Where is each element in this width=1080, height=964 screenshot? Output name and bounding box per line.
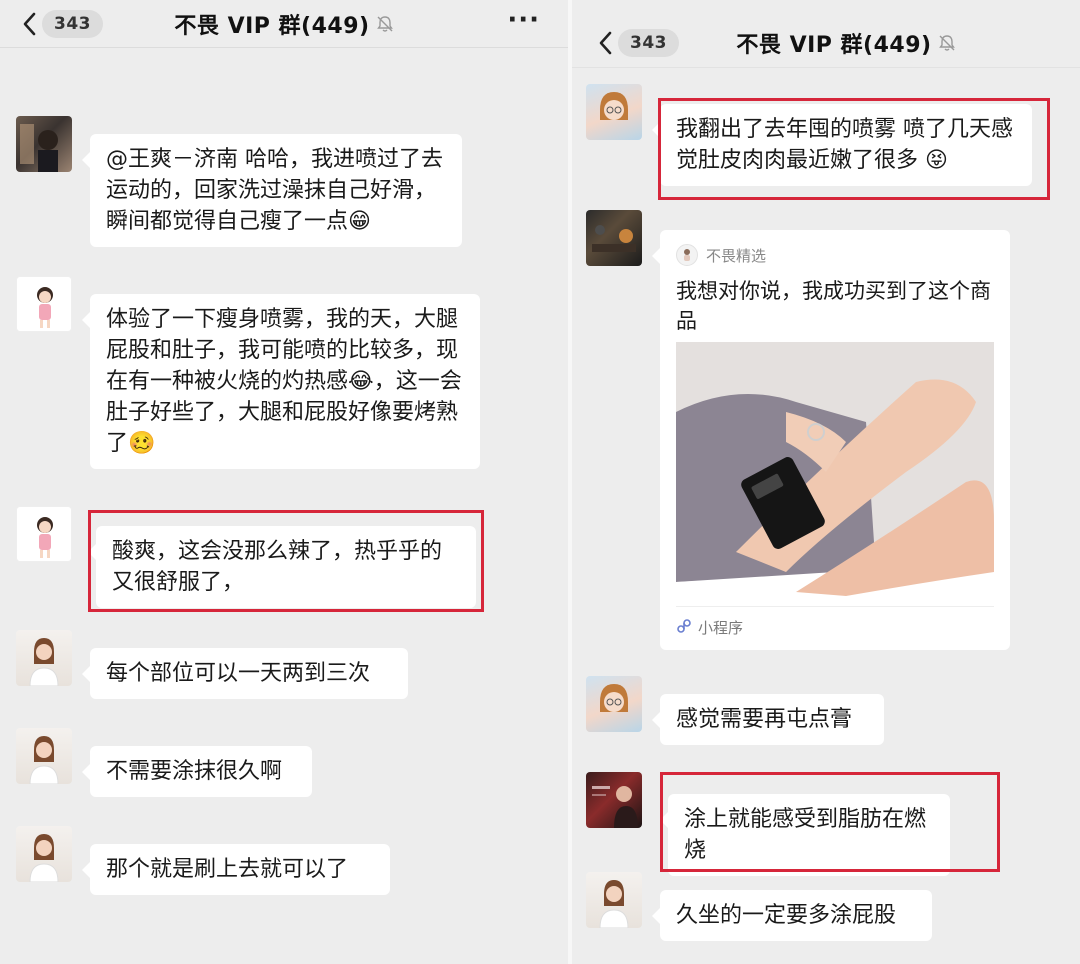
avatar[interactable] xyxy=(16,276,72,332)
card-footer-label: 小程序 xyxy=(698,619,744,637)
product-photo xyxy=(676,342,994,596)
mini-program-icon xyxy=(676,618,692,638)
card-title: 我想对你说，我成功买到了这个商品 xyxy=(676,279,991,333)
message-bubble[interactable]: 那个就是刷上去就可以了 xyxy=(82,844,390,895)
avatar[interactable] xyxy=(16,826,72,882)
unread-count-badge: 343 xyxy=(618,28,679,57)
chat-header: 343 不畏 VIP 群(449) ··· xyxy=(0,0,568,48)
avatar[interactable] xyxy=(586,84,642,140)
card-source-name: 不畏精选 xyxy=(706,246,767,265)
unread-count-badge: 343 xyxy=(42,9,103,38)
back-button[interactable]: 343 xyxy=(598,28,679,57)
message-bubble[interactable]: 每个部位可以一天两到三次 xyxy=(82,648,408,699)
chevron-left-icon xyxy=(598,31,612,55)
chat-header: 343 不畏 VIP 群(449) xyxy=(572,18,1080,68)
chat-title: 不畏 VIP 群(449) xyxy=(736,32,932,58)
message-bubble[interactable]: 涂上就能感受到脂肪在燃烧 xyxy=(660,794,950,876)
card-source: 不畏精选 xyxy=(676,244,994,266)
avatar[interactable] xyxy=(16,728,72,784)
mute-bell-icon xyxy=(376,15,394,33)
chat-title: 不畏 VIP 群(449) xyxy=(174,13,370,39)
message-bubble[interactable]: 不需要涂抹很久啊 xyxy=(82,746,312,797)
back-button[interactable]: 343 xyxy=(22,9,103,38)
avatar[interactable] xyxy=(586,676,642,732)
message-bubble[interactable]: 久坐的一定要多涂屁股 xyxy=(652,890,932,941)
message-bubble[interactable]: 我翻出了去年囤的喷雾 喷了几天感觉肚皮肉肉最近嫩了很多 😝 xyxy=(652,104,1032,186)
message-bubble[interactable]: 酸爽，这会没那么辣了，热乎乎的又很舒服了， xyxy=(88,526,476,608)
message-bubble[interactable]: @王爽－济南 哈哈，我进喷过了去运动的，回家洗过澡抹自己好滑，瞬间都觉得自己瘦了… xyxy=(82,134,462,247)
message-bubble[interactable]: 体验了一下瘦身喷雾，我的天，大腿屁股和肚子，我可能喷的比较多，现在有一种被火烧的… xyxy=(82,294,480,469)
source-logo-icon xyxy=(676,244,698,266)
avatar[interactable] xyxy=(16,506,72,562)
mini-program-card[interactable]: 不畏精选 我想对你说，我成功买到了这个商品 小程序 xyxy=(652,230,1010,650)
avatar[interactable] xyxy=(586,872,642,928)
avatar[interactable] xyxy=(586,772,642,828)
chevron-left-icon xyxy=(22,12,36,36)
card-footer: 小程序 xyxy=(676,606,994,638)
mute-bell-icon xyxy=(938,34,956,52)
message-bubble[interactable]: 感觉需要再屯点膏 xyxy=(652,694,884,745)
more-dots-icon[interactable]: ··· xyxy=(507,7,540,33)
avatar[interactable] xyxy=(586,210,642,266)
avatar[interactable] xyxy=(16,630,72,686)
right-chat-screen: 343 不畏 VIP 群(449) 我翻出了去年囤的喷雾 喷了几天感觉肚皮肉肉最… xyxy=(572,0,1080,964)
left-chat-screen: 343 不畏 VIP 群(449) ··· @王爽－济南 哈哈，我进喷过了去运动… xyxy=(0,0,568,964)
avatar[interactable] xyxy=(16,116,72,172)
